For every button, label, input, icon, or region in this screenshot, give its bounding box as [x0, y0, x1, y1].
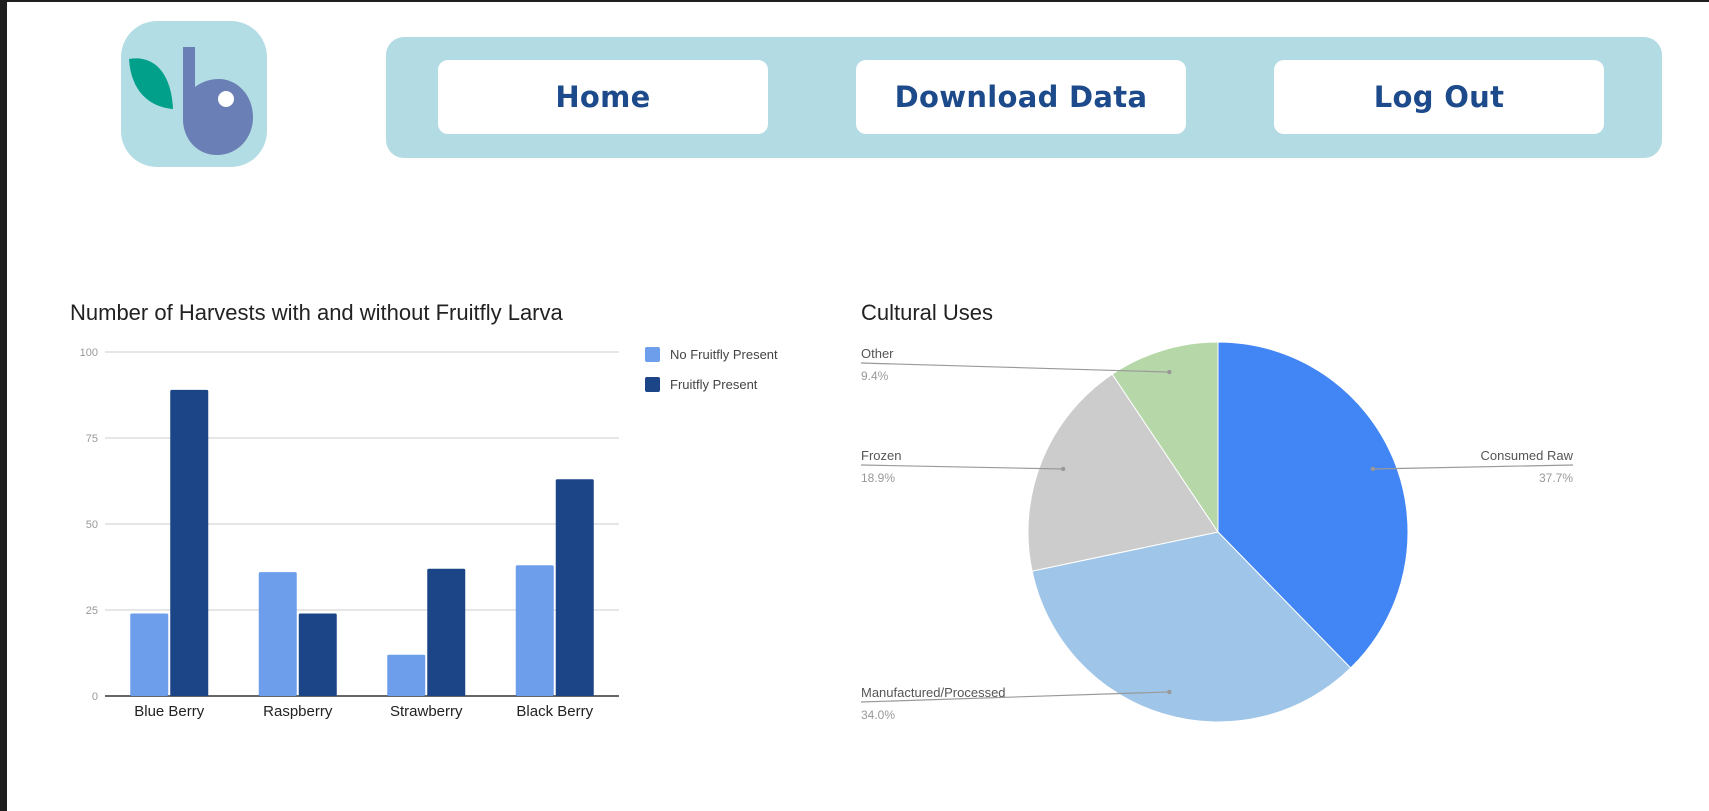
pie-slice-percent: 37.7%: [1539, 471, 1573, 485]
pie-slice-percent: 18.9%: [861, 471, 895, 485]
pie-leader-dot: [1370, 466, 1376, 472]
pie-slice-percent: 34.0%: [861, 708, 895, 722]
pie-leader-dot: [1060, 466, 1066, 472]
pie-slice-label: Other: [861, 346, 894, 361]
pie-chart: Consumed Raw 37.7% Manufactured/Processed 3…: [860, 341, 1574, 723]
pie-slice-label: Manufactured/Processed: [861, 685, 1006, 700]
pie-leader-line: [1372, 464, 1574, 470]
pie-leader-dot: [1167, 369, 1172, 375]
pie-leader-line: [860, 464, 1064, 470]
pie-slice-percent: 9.4%: [861, 369, 889, 383]
pie-slice-label: Frozen: [861, 448, 901, 463]
page: Home Download Data Log Out Number of Har…: [7, 2, 1709, 811]
pie-leader-dot: [1167, 689, 1172, 695]
pie-slice-label: Consumed Raw: [1481, 448, 1574, 463]
